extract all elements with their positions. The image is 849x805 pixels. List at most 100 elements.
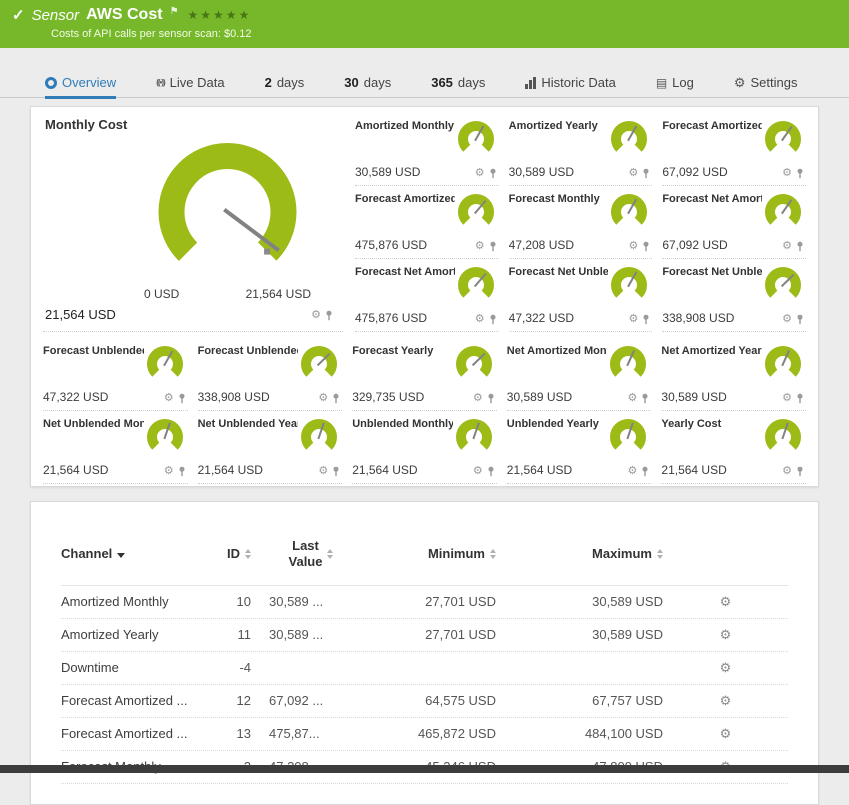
gear-icon[interactable]: ⚙ <box>318 393 328 404</box>
priority-stars[interactable]: ★★★★★ <box>188 8 252 22</box>
gauge-forecast-net-unblended-yearly[interactable]: Forecast Net Unblended Yearly 338,908 USD… <box>662 259 806 332</box>
pin-icon[interactable] <box>178 393 186 404</box>
column-header-id[interactable]: ID <box>211 546 251 562</box>
column-header-maximum[interactable]: Maximum <box>496 546 663 562</box>
footer-bar <box>0 765 849 773</box>
column-header-minimum[interactable]: Minimum <box>371 546 496 562</box>
gear-icon[interactable]: ⚙ <box>628 466 638 477</box>
pin-icon[interactable] <box>487 393 495 404</box>
pin-icon[interactable] <box>642 168 650 179</box>
tab-live-data[interactable]: ((•)) Live Data <box>156 75 224 97</box>
gauge-label: Yearly Cost <box>661 418 722 430</box>
gear-icon[interactable]: ⚙ <box>473 466 483 477</box>
gauge-forecast-amortized-yearly[interactable]: Forecast Amortized Yearly 475,876 USD ⚙ <box>355 186 499 259</box>
gauge-max-label: 21,564 USD <box>245 287 311 301</box>
gear-icon[interactable]: ⚙ <box>782 466 792 477</box>
gear-icon[interactable]: ⚙ <box>782 314 792 325</box>
gauge-label: Forecast Net Unblended Yearly <box>662 266 762 278</box>
gauge-forecast-amortized-monthly[interactable]: Forecast Amortized Monthly 67,092 USD ⚙ <box>662 113 806 186</box>
gear-icon[interactable]: ⚙ <box>628 314 638 325</box>
gear-icon[interactable]: ⚙ <box>782 241 792 252</box>
pin-icon[interactable] <box>332 466 340 477</box>
gauges-top-section: Monthly Cost 0 USD 21,564 USD 21,564 USD… <box>43 113 806 332</box>
gear-icon[interactable]: ⚙ <box>475 168 485 179</box>
gauge-amortized-yearly[interactable]: Amortized Yearly 30,589 USD ⚙ <box>508 113 653 186</box>
gauge-label: Net Unblended Monthly <box>43 418 144 430</box>
gear-icon[interactable]: ⚙ <box>782 168 792 179</box>
gauge-forecast-net-amortized-mont[interactable]: Forecast Net Amortized Mont... 67,092 USD… <box>662 186 806 259</box>
gauge-forecast-yearly[interactable]: Forecast Yearly 329,735 USD ⚙ <box>352 338 497 411</box>
gauge-amortized-monthly[interactable]: Amortized Monthly 30,589 USD ⚙ <box>355 113 499 186</box>
gear-icon[interactable]: ⚙ <box>164 466 174 477</box>
gauge-yearly-cost[interactable]: Yearly Cost 21,564 USD ⚙ <box>661 411 806 484</box>
pin-icon[interactable] <box>796 241 804 252</box>
channel-settings-icon[interactable]: ⚙ <box>720 627 732 642</box>
pin-icon[interactable] <box>642 314 650 325</box>
gauge-dial <box>158 143 297 281</box>
pin-icon[interactable] <box>796 466 804 477</box>
gauge-label: Forecast Net Unblended Mon... <box>508 266 609 278</box>
pin-icon[interactable] <box>332 393 340 404</box>
gauge-forecast-unblended-monthly[interactable]: Forecast Unblended Monthly 47,322 USD ⚙ <box>43 338 188 411</box>
gauge-value: 67,092 USD <box>662 238 728 252</box>
channel-settings-icon[interactable]: ⚙ <box>720 594 732 609</box>
gauge-net-unblended-monthly[interactable]: Net Unblended Monthly 21,564 USD ⚙ <box>43 411 188 484</box>
gauge-forecast-unblended-yearly[interactable]: Forecast Unblended Yearly 338,908 USD ⚙ <box>197 338 343 411</box>
tab-2-days[interactable]: 2 days <box>265 75 305 97</box>
gear-icon[interactable]: ⚙ <box>475 241 485 252</box>
tab-historic-data[interactable]: Historic Data <box>525 75 616 97</box>
channel-settings-icon[interactable]: ⚙ <box>720 726 732 741</box>
pin-icon[interactable] <box>489 241 497 252</box>
gear-icon[interactable]: ⚙ <box>782 393 792 404</box>
pin-icon[interactable] <box>325 310 333 321</box>
gauge-min-label: 0 USD <box>144 287 180 301</box>
gear-icon[interactable]: ⚙ <box>628 241 638 252</box>
pin-icon[interactable] <box>642 241 650 252</box>
gauge-dial <box>611 121 648 157</box>
historic-icon <box>525 76 537 89</box>
gauge-label: Unblended Monthly <box>352 418 453 430</box>
primary-gauge-footer: 21,564 USD ⚙ <box>45 301 333 323</box>
gear-icon[interactable]: ⚙ <box>475 314 485 325</box>
pin-icon[interactable] <box>178 466 186 477</box>
gauge-net-unblended-yearly[interactable]: Net Unblended Yearly 21,564 USD ⚙ <box>197 411 343 484</box>
gauge-forecast-net-unblended-mon[interactable]: Forecast Net Unblended Mon... 47,322 USD ⚙ <box>508 259 653 332</box>
tab-365-days[interactable]: 365 days <box>431 75 485 97</box>
primary-gauge-monthly-cost[interactable]: Monthly Cost 0 USD 21,564 USD 21,564 USD… <box>43 113 343 332</box>
cell-id: 13 <box>236 726 251 741</box>
tab-overview[interactable]: Overview <box>45 75 117 99</box>
cell-last-value: 67,092 ... <box>269 693 324 708</box>
channel-settings-icon[interactable]: ⚙ <box>720 660 732 675</box>
cell-channel: Downtime <box>61 660 119 675</box>
pin-icon[interactable] <box>796 393 804 404</box>
gear-icon[interactable]: ⚙ <box>628 393 638 404</box>
gear-icon[interactable]: ⚙ <box>311 310 321 321</box>
pin-icon[interactable] <box>796 314 804 325</box>
pin-icon[interactable] <box>641 466 649 477</box>
gauge-net-amortized-monthly[interactable]: Net Amortized Monthly 30,589 USD ⚙ <box>506 338 652 411</box>
column-header-channel[interactable]: Channel <box>61 546 211 562</box>
pin-icon[interactable] <box>641 393 649 404</box>
gear-icon[interactable]: ⚙ <box>628 168 638 179</box>
gauge-label: Forecast Yearly <box>352 345 434 357</box>
gear-icon[interactable]: ⚙ <box>473 393 483 404</box>
pin-icon[interactable] <box>489 168 497 179</box>
tab-settings[interactable]: ⚙ Settings <box>734 75 798 97</box>
flag-icon[interactable]: ⚑ <box>170 6 179 17</box>
tab-log[interactable]: ▤ Log <box>656 75 694 97</box>
gauge-dial <box>765 121 801 157</box>
gauge-forecast-net-amortized-yearly[interactable]: Forecast Net Amortized Yearly 475,876 USD… <box>355 259 499 332</box>
column-header-last_value[interactable]: Last Value <box>251 538 371 571</box>
gauge-net-amortized-yearly[interactable]: Net Amortized Yearly 30,589 USD ⚙ <box>661 338 806 411</box>
gear-icon[interactable]: ⚙ <box>164 393 174 404</box>
gear-icon[interactable]: ⚙ <box>318 466 328 477</box>
channel-settings-icon[interactable]: ⚙ <box>720 693 732 708</box>
pin-icon[interactable] <box>487 466 495 477</box>
pin-icon[interactable] <box>796 168 804 179</box>
gauge-value: 21,564 USD <box>661 463 727 477</box>
pin-icon[interactable] <box>489 314 497 325</box>
gauge-forecast-monthly[interactable]: Forecast Monthly 47,208 USD ⚙ <box>508 186 653 259</box>
gauge-unblended-monthly[interactable]: Unblended Monthly 21,564 USD ⚙ <box>352 411 497 484</box>
tab-30-days[interactable]: 30 days <box>344 75 391 97</box>
gauge-unblended-yearly[interactable]: Unblended Yearly 21,564 USD ⚙ <box>506 411 652 484</box>
